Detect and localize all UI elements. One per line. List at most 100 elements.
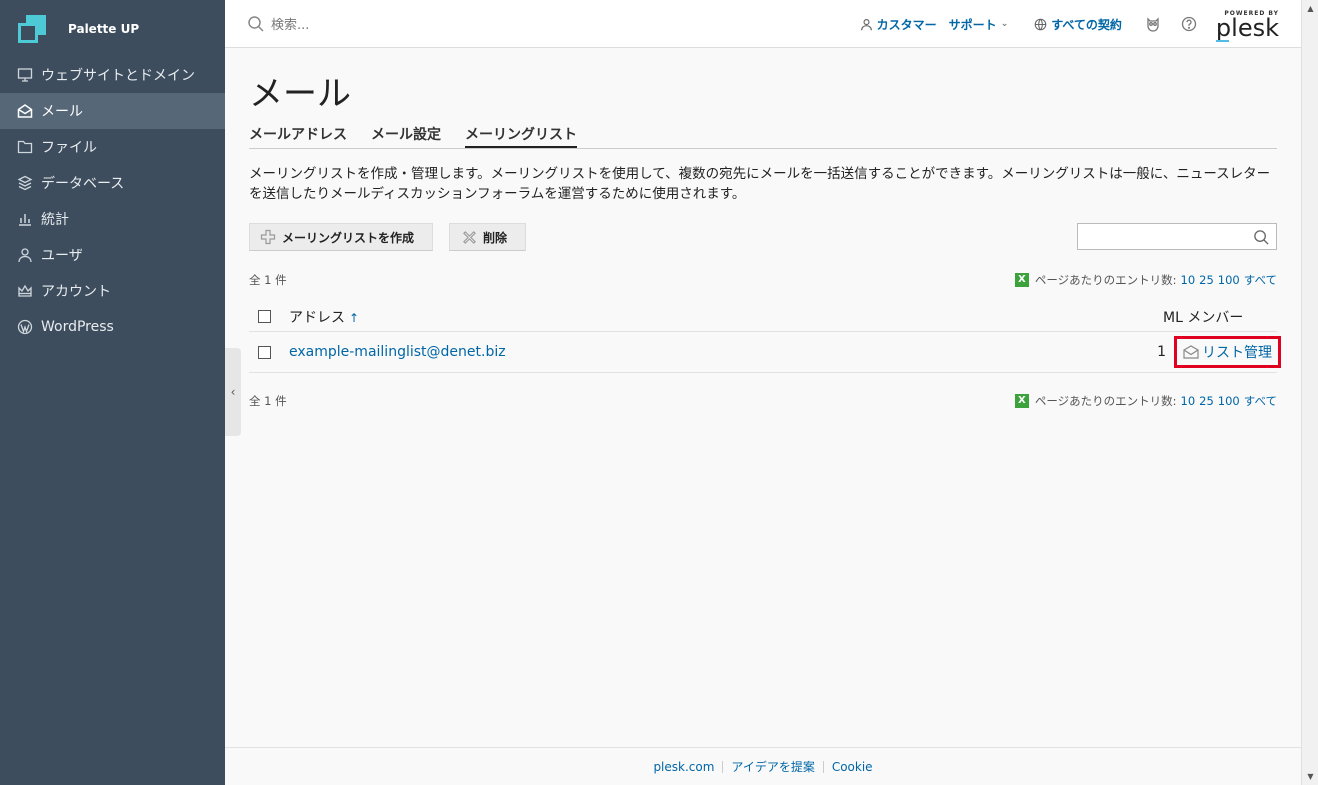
help-icon[interactable] xyxy=(1180,15,1198,33)
database-icon xyxy=(16,174,34,192)
per-page-option-100[interactable]: 100 xyxy=(1218,394,1240,408)
list-toolbar: メーリングリストを作成 削除 xyxy=(249,223,1277,251)
sort-ascending-icon: ↑ xyxy=(349,310,360,325)
sidebar-item-account[interactable]: アカウント xyxy=(0,273,225,309)
table-header: アドレス ↑ ML メンバー xyxy=(249,302,1277,332)
per-page-option-100[interactable]: 100 xyxy=(1218,273,1240,287)
sidebar-item-mail[interactable]: メール xyxy=(0,93,225,129)
subscriptions-link[interactable]: すべての契約 xyxy=(1034,16,1122,33)
sidebar-item-label: ファイル xyxy=(41,140,97,156)
footer: plesk.com アイデアを提案 Cookie xyxy=(225,747,1301,785)
sidebar: Palette UP ウェブサイトとドメイン メール ファイル データベース 統… xyxy=(0,0,225,785)
sidebar-item-label: データベース xyxy=(41,176,125,192)
customer-menu[interactable]: カスタマー xyxy=(860,16,937,33)
per-page-option-all[interactable]: すべて xyxy=(1244,272,1277,288)
tab-bar: メールアドレス メール設定 メーリングリスト xyxy=(249,124,1277,149)
per-page-label: ページあたりのエントリ数: xyxy=(1034,273,1177,287)
sidebar-item-label: WordPress xyxy=(41,319,114,335)
sidebar-item-databases[interactable]: データベース xyxy=(0,165,225,201)
user-icon xyxy=(16,246,34,264)
plesk-wordmark: plesk xyxy=(1215,13,1279,42)
total-count: 全 1 件 xyxy=(249,273,287,287)
header-actions: カスタマー サポート ⌄ すべての契約 POWERED BY plesk xyxy=(860,0,1279,48)
sidebar-item-wordpress[interactable]: WordPress xyxy=(0,309,225,345)
page-description: メーリングリストを作成・管理します。メーリングリストを使用して、複数の宛先にメー… xyxy=(249,166,1271,202)
delete-button[interactable]: 削除 xyxy=(449,223,527,251)
brand-logo xyxy=(18,14,46,43)
brand[interactable]: Palette UP xyxy=(0,0,225,57)
total-count: 全 1 件 xyxy=(249,394,287,408)
customer-label: カスタマー xyxy=(876,17,937,32)
per-page-option-all[interactable]: すべて xyxy=(1244,393,1277,409)
footer-link-plesk[interactable]: plesk.com xyxy=(645,760,722,774)
list-meta-bottom: 全 1 件 X ページあたりのエントリ数: 10 25 100 すべて xyxy=(249,394,1277,408)
owl-icon[interactable] xyxy=(1144,15,1162,33)
sidebar-item-label: アカウント xyxy=(41,284,111,300)
support-menu[interactable]: サポート ⌄ xyxy=(949,16,1009,33)
per-page-option-10[interactable]: 10 xyxy=(1181,273,1196,287)
page-title: メール xyxy=(249,74,351,114)
crown-icon xyxy=(16,282,34,300)
manage-list-label: リスト管理 xyxy=(1202,345,1272,361)
list-search-input[interactable] xyxy=(1077,223,1277,250)
per-page-option-10[interactable]: 10 xyxy=(1181,394,1196,408)
per-page-option-25[interactable]: 25 xyxy=(1199,394,1214,408)
sidebar-item-websites[interactable]: ウェブサイトとドメイン xyxy=(0,57,225,93)
delete-label: 削除 xyxy=(483,230,508,245)
user-icon xyxy=(860,18,872,30)
footer-link-cookie[interactable]: Cookie xyxy=(824,760,881,774)
sidebar-item-label: メール xyxy=(41,104,83,120)
main-content: メール メールアドレス メール設定 メーリングリスト メーリングリストを作成・管… xyxy=(249,48,1281,408)
row-checkbox[interactable] xyxy=(258,345,271,359)
member-count: 1 xyxy=(1157,344,1166,360)
search-icon xyxy=(1254,230,1269,245)
brand-name: Palette UP xyxy=(68,21,140,36)
sidebar-item-label: 統計 xyxy=(41,212,69,228)
sidebar-item-statistics[interactable]: 統計 xyxy=(0,201,225,237)
per-page-label: ページあたりのエントリ数: xyxy=(1034,394,1177,408)
sidebar-nav: ウェブサイトとドメイン メール ファイル データベース 統計 ユーザ アカウント xyxy=(0,57,225,345)
plus-icon xyxy=(260,229,276,245)
sidebar-item-label: ユーザ xyxy=(41,248,83,264)
global-search[interactable]: 検索... xyxy=(247,14,309,33)
plesk-logo[interactable]: POWERED BY plesk xyxy=(1215,10,1279,42)
table-row: example-mailinglist@denet.biz 1 リスト管理 xyxy=(249,332,1281,373)
column-header-members[interactable]: ML メンバー xyxy=(1163,307,1277,327)
tab-email-addresses[interactable]: メールアドレス xyxy=(249,124,347,148)
create-mailing-list-label: メーリングリストを作成 xyxy=(282,230,415,245)
per-page-selector: X ページあたりのエントリ数: 10 25 100 すべて xyxy=(1014,393,1277,409)
global-search-placeholder: 検索... xyxy=(271,18,310,33)
column-address-label: アドレス xyxy=(289,309,345,326)
monitor-icon xyxy=(16,66,34,84)
export-excel-icon[interactable]: X xyxy=(1014,273,1029,287)
support-label: サポート xyxy=(948,17,997,32)
vertical-scrollbar[interactable]: ▲ ▼ xyxy=(1301,0,1318,785)
select-all-checkbox[interactable] xyxy=(258,310,271,323)
folder-icon xyxy=(16,138,34,156)
tab-mail-settings[interactable]: メール設定 xyxy=(371,124,441,148)
manage-list-link[interactable]: リスト管理 xyxy=(1174,336,1281,368)
sidebar-item-users[interactable]: ユーザ xyxy=(0,237,225,273)
create-mailing-list-button[interactable]: メーリングリストを作成 xyxy=(249,223,434,251)
chevron-down-icon: ⌄ xyxy=(1000,19,1009,29)
subscriptions-label: すべての契約 xyxy=(1051,17,1122,32)
per-page-option-25[interactable]: 25 xyxy=(1199,273,1214,287)
sidebar-collapse-handle[interactable]: ‹ xyxy=(225,348,241,436)
search-icon xyxy=(248,15,264,32)
sidebar-item-files[interactable]: ファイル xyxy=(0,129,225,165)
wordpress-icon xyxy=(16,318,34,336)
globe-icon xyxy=(1034,18,1047,30)
tab-mailing-lists[interactable]: メーリングリスト xyxy=(465,124,577,148)
top-header: 検索... カスタマー サポート ⌄ すべての契約 POWERED BY ple… xyxy=(225,0,1301,48)
bar-chart-icon xyxy=(16,210,34,228)
scroll-up-arrow[interactable]: ▲ xyxy=(1302,0,1318,17)
export-excel-icon[interactable]: X xyxy=(1014,394,1029,408)
footer-link-ideas[interactable]: アイデアを提案 xyxy=(723,758,822,775)
per-page-selector: X ページあたりのエントリ数: 10 25 100 すべて xyxy=(1014,272,1277,288)
column-header-address[interactable]: アドレス ↑ xyxy=(289,307,1163,327)
close-icon xyxy=(463,230,476,244)
envelope-icon xyxy=(1183,345,1199,359)
mailing-list-address-link[interactable]: example-mailinglist@denet.biz xyxy=(289,344,1154,360)
sidebar-item-label: ウェブサイトとドメイン xyxy=(41,68,195,84)
scroll-down-arrow[interactable]: ▼ xyxy=(1302,768,1318,785)
